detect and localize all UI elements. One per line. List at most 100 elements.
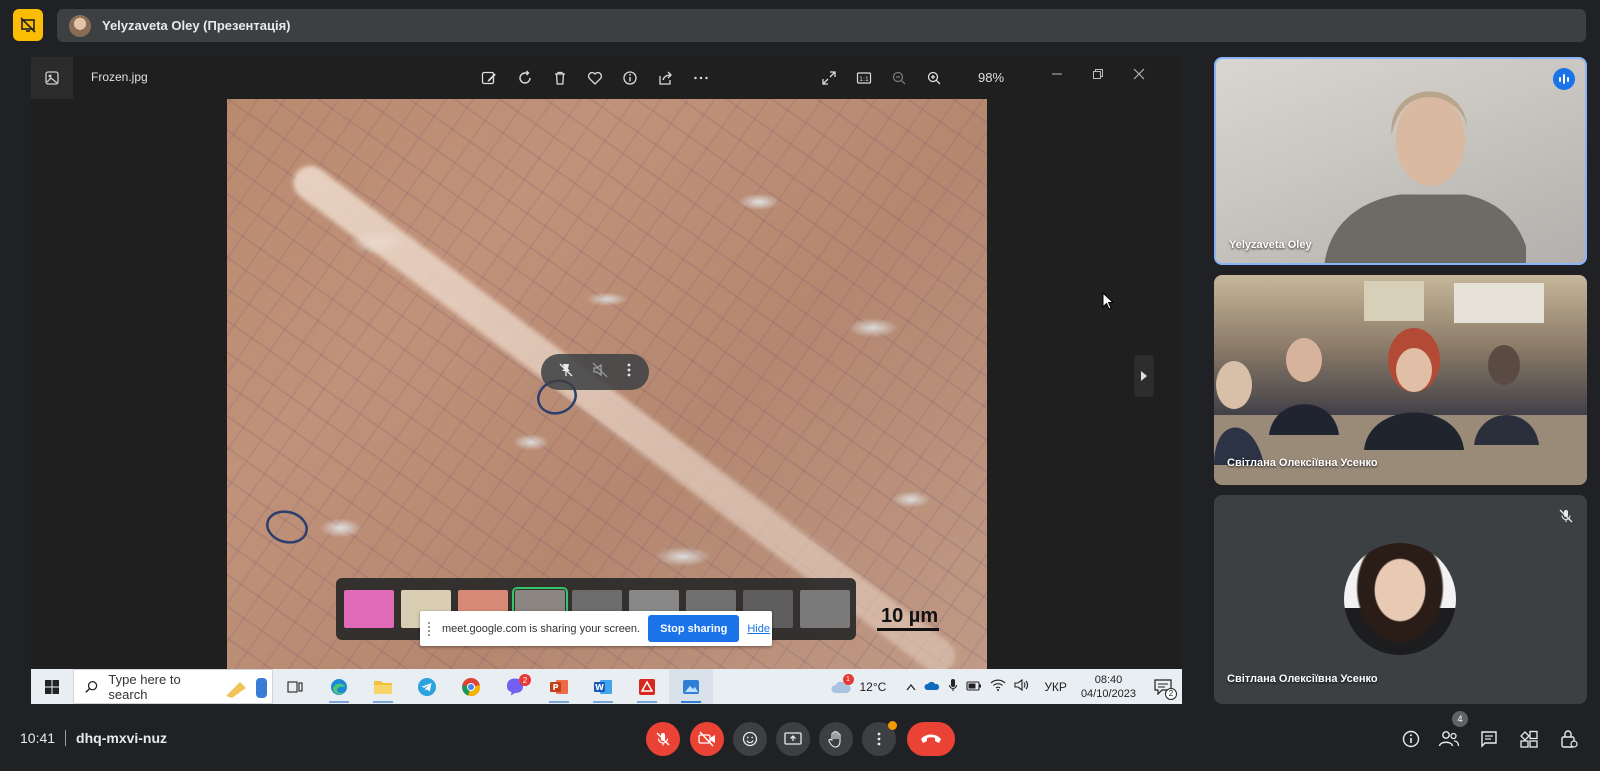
chevron-up-icon[interactable]	[906, 680, 916, 694]
zoom-out-icon[interactable]	[888, 67, 910, 89]
presentation-indicator-icon[interactable]	[13, 9, 43, 41]
shared-screen: Frozen.jpg 1:1 98% 10 µm meet.google.com…	[31, 57, 1182, 704]
powerpoint-icon[interactable]: P	[537, 669, 581, 704]
photo-viewer-toolbar: Frozen.jpg 1:1 98%	[31, 57, 1182, 99]
notifications-icon[interactable]: 2	[1154, 678, 1177, 700]
zoom-level: 98%	[978, 70, 1005, 85]
minimize-icon[interactable]	[1046, 63, 1068, 85]
actual-size-icon[interactable]: 1:1	[853, 67, 875, 89]
fullscreen-icon[interactable]	[818, 67, 840, 89]
mic-off-button[interactable]	[646, 722, 680, 756]
people-icon[interactable]	[1436, 726, 1462, 752]
viber-icon[interactable]: 2	[493, 669, 537, 704]
notifications-count: 2	[1165, 687, 1177, 700]
telegram-icon[interactable]	[405, 669, 449, 704]
more-icon[interactable]	[690, 67, 712, 89]
search-highlight-icon	[222, 673, 272, 701]
presenter-title: Yelyzaveta Oley (Презентація)	[102, 18, 291, 33]
delete-icon[interactable]	[549, 67, 571, 89]
meeting-code[interactable]: dhq-mxvi-nuz	[76, 730, 167, 746]
battery-icon[interactable]	[966, 680, 982, 694]
file-name: Frozen.jpg	[91, 70, 148, 84]
more-options-button[interactable]	[862, 721, 897, 756]
system-tray: 1 12°C УКР 08:40 04/10/2023 2	[830, 673, 1183, 701]
search-icon	[85, 680, 98, 693]
drag-handle[interactable]	[428, 621, 434, 636]
share-icon[interactable]	[655, 67, 677, 89]
emoji-reactions-button[interactable]	[733, 722, 767, 756]
taskbar-clock[interactable]: 08:40 04/10/2023	[1081, 673, 1136, 701]
onedrive-icon[interactable]	[924, 680, 940, 694]
chrome-icon[interactable]	[449, 669, 493, 704]
presenter-bar: Yelyzaveta Oley (Презентація)	[57, 9, 1586, 42]
screen-share-banner: meet.google.com is sharing your screen. …	[420, 611, 772, 646]
participant-name: Світлана Олексіївна Усенко	[1227, 457, 1378, 469]
presentation-mini-controls	[541, 354, 649, 390]
notification-dot	[888, 721, 897, 730]
file-explorer-icon[interactable]	[361, 669, 405, 704]
participant-count-badge: 4	[1452, 711, 1468, 727]
rotate-icon[interactable]	[514, 67, 536, 89]
mouse-cursor-icon	[1102, 292, 1114, 310]
raise-hand-button[interactable]	[819, 722, 853, 756]
search-placeholder: Type here to search	[108, 671, 181, 702]
zoom-in-icon[interactable]	[923, 67, 945, 89]
participant-tile[interactable]: Світлана Олексіївна Усенко	[1214, 495, 1587, 704]
microphone-icon[interactable]	[948, 678, 958, 695]
present-screen-button[interactable]	[776, 722, 810, 756]
meeting-info: 10:41 dhq-mxvi-nuz	[20, 730, 167, 746]
svg-text:1:1: 1:1	[859, 76, 869, 83]
presenter-avatar	[69, 14, 91, 37]
weather-icon[interactable]: 1	[830, 673, 854, 695]
share-message: meet.google.com is sharing your screen.	[442, 622, 641, 635]
host-controls-icon[interactable]	[1556, 726, 1582, 752]
unpin-icon[interactable]	[558, 362, 574, 383]
restore-icon[interactable]	[1087, 63, 1109, 85]
thumbnail[interactable]	[800, 590, 850, 628]
speaking-indicator-icon	[1553, 68, 1575, 90]
participant-avatar	[1344, 543, 1456, 655]
clock-date: 04/10/2023	[1080, 687, 1136, 700]
participant-name: Yelyzaveta Oley	[1229, 239, 1312, 251]
favorite-icon[interactable]	[584, 67, 606, 89]
camera-off-button[interactable]	[690, 722, 724, 756]
scale-bar	[877, 628, 939, 631]
meeting-time: 10:41	[20, 730, 56, 746]
task-view-icon[interactable]	[273, 669, 317, 704]
hide-banner-link[interactable]: Hide	[747, 623, 770, 635]
more-options-icon[interactable]	[626, 362, 632, 383]
participant-name: Світлана Олексіївна Усенко	[1227, 673, 1378, 685]
svg-text:W: W	[595, 683, 604, 692]
windows-start-icon[interactable]	[31, 669, 73, 704]
muted-mic-icon	[1555, 505, 1577, 527]
mute-audio-icon[interactable]	[592, 362, 608, 383]
photos-taskbar-icon[interactable]	[669, 669, 713, 704]
volume-icon[interactable]	[1014, 678, 1030, 694]
scale-bar-label: 10 µm	[881, 605, 939, 627]
language-indicator[interactable]: УКР	[1044, 680, 1067, 694]
windows-taskbar: Type here to search 2 P W 1 12°C УКР 08:…	[31, 669, 1182, 704]
word-icon[interactable]: W	[581, 669, 625, 704]
edit-icon[interactable]	[478, 67, 500, 89]
edge-icon[interactable]	[317, 669, 361, 704]
svg-text:P: P	[553, 683, 559, 692]
temperature: 12°C	[859, 679, 887, 694]
photos-app-icon	[31, 57, 73, 99]
clock-time: 08:40	[1094, 673, 1123, 686]
weather-alert-badge: 1	[842, 673, 854, 685]
thumbnail[interactable]	[344, 590, 394, 628]
activities-icon[interactable]	[1516, 726, 1542, 752]
acrobat-icon[interactable]	[625, 669, 669, 704]
viber-badge: 2	[519, 674, 531, 686]
close-icon[interactable]	[1128, 63, 1150, 85]
chat-icon[interactable]	[1476, 726, 1502, 752]
meeting-details-icon[interactable]	[1398, 726, 1424, 752]
next-image-button[interactable]	[1134, 355, 1154, 397]
leave-call-button[interactable]	[907, 722, 955, 756]
info-icon[interactable]	[619, 67, 641, 89]
taskbar-search-input[interactable]: Type here to search	[73, 669, 273, 704]
wifi-icon[interactable]	[990, 679, 1006, 694]
stop-sharing-button[interactable]: Stop sharing	[648, 615, 740, 642]
participant-tile[interactable]: Світлана Олексіївна Усенко	[1214, 275, 1587, 485]
participant-tile[interactable]: Yelyzaveta Oley	[1214, 57, 1587, 265]
